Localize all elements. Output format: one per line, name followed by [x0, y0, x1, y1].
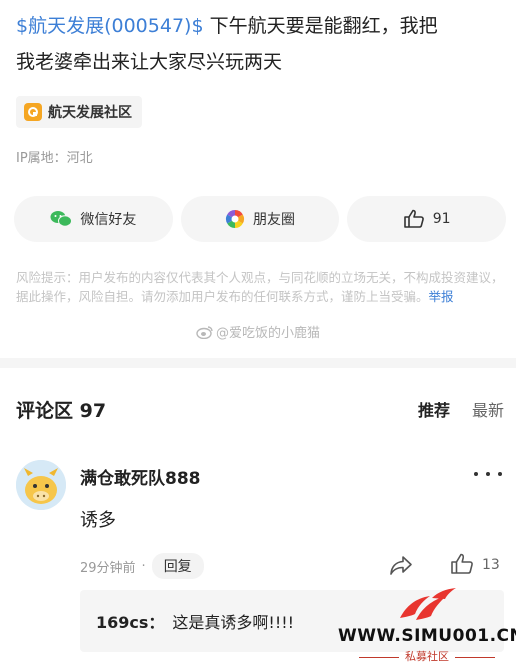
comment-text: 诱多 [80, 510, 116, 531]
comment-header: 评论区 97 推荐 最新 [16, 394, 504, 424]
share-wechat-button[interactable]: 微信好友 [14, 196, 173, 242]
community-tag[interactable]: 航天发展社区 [16, 96, 142, 128]
weibo-icon [196, 325, 213, 339]
like-count: 91 [432, 211, 451, 227]
post-text-line2: 我老婆牵出来让大家尽兴玩两天 [16, 51, 283, 73]
logo-subtitle: 私募社区 [338, 648, 516, 664]
comment-meta: 29分钟前 · 回复 13 [80, 553, 504, 579]
community-label: 航天发展社区 [48, 105, 132, 121]
community-icon [24, 103, 42, 121]
site-logo-watermark: WWW.SIMU001.CN 私募社区 [338, 586, 516, 668]
share-row: 微信好友 朋友圈 91 [14, 196, 507, 242]
section-divider [0, 358, 516, 368]
like-post-button[interactable]: 91 [347, 196, 507, 242]
meta-separator: · [141, 558, 146, 574]
moments-icon [225, 209, 245, 229]
watermark-text: @爱吃饭的小鹿猫 [216, 326, 321, 341]
stock-tag-link[interactable]: $航天发展(000547)$ [16, 15, 204, 37]
comment-like-icon[interactable] [450, 553, 474, 579]
risk-disclaimer: 风险提示：用户发布的内容仅代表其个人观点，与同花顺的立场无关，不构成投资建议，据… [16, 268, 504, 306]
weibo-watermark: @爱吃饭的小鹿猫 [196, 322, 320, 341]
comment-section-title: 评论区 97 [16, 399, 107, 422]
logo-url-text: WWW.SIMU001.CN [338, 626, 516, 646]
share-moments-label: 朋友圈 [253, 212, 295, 228]
avatar[interactable] [16, 460, 66, 510]
thumbs-up-icon [403, 209, 425, 229]
sub-reply-text: 这是真诱多啊!!!! [172, 613, 295, 632]
more-options-icon[interactable] [474, 464, 502, 484]
wechat-icon [50, 210, 73, 228]
tab-latest[interactable]: 最新 [472, 397, 504, 421]
share-icon[interactable] [388, 553, 414, 581]
comment-time: 29分钟前 [80, 560, 136, 576]
sub-reply-user[interactable]: 169cs： [96, 609, 164, 633]
post-text-line1: 下午航天要是能翻红，我把 [203, 15, 438, 37]
comment-user-name[interactable]: 满仓敢死队888 [80, 464, 201, 489]
sort-tabs: 推荐 最新 [418, 397, 504, 421]
report-link[interactable]: 举报 [429, 289, 454, 304]
ip-location: IP属地：河北 [16, 151, 93, 166]
tab-recommended[interactable]: 推荐 [418, 397, 450, 421]
share-wechat-label: 微信好友 [80, 212, 137, 228]
reply-button[interactable]: 回复 [151, 553, 204, 579]
post-content: $航天发展(000547)$ 下午航天要是能翻红，我把 我老婆牵出来让大家尽兴玩… [16, 8, 506, 80]
comment-like-count: 13 [482, 557, 500, 573]
logo-mark-icon [400, 588, 456, 620]
share-moments-button[interactable]: 朋友圈 [180, 196, 340, 242]
